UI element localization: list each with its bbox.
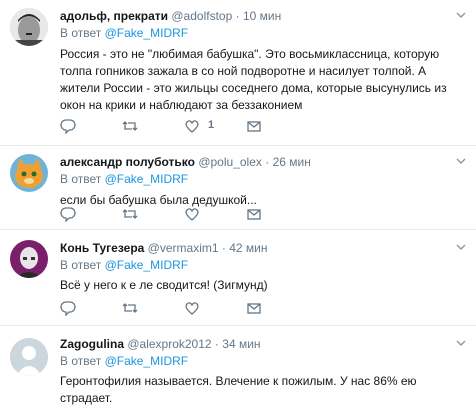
heart-icon[interactable] bbox=[184, 206, 200, 222]
user-handle[interactable]: @polu_olex bbox=[198, 155, 262, 169]
chevron-down-icon[interactable] bbox=[456, 10, 466, 20]
timestamp[interactable]: 26 мин bbox=[273, 155, 311, 169]
avatar[interactable] bbox=[10, 8, 48, 46]
tweet-text: Россия - это не "любимая бабушка". Это в… bbox=[60, 47, 447, 112]
envelope-icon[interactable] bbox=[246, 206, 262, 222]
tweet-text: Всё у него к е ле сводится! (Зигмунд) bbox=[60, 278, 268, 292]
reply-prefix: В ответ bbox=[60, 258, 105, 272]
avatar[interactable] bbox=[10, 338, 48, 376]
tweet-actions: 1 bbox=[60, 118, 280, 134]
tweet: Конь Тугезера @vermaxim1 · 42 мин В отве… bbox=[0, 230, 476, 326]
user-name[interactable]: Zagogulina bbox=[60, 337, 124, 351]
tweet: адольф, прекрати @adolfstop · 10 мин В о… bbox=[0, 0, 476, 146]
chevron-down-icon[interactable] bbox=[456, 242, 466, 252]
separator-dot: · bbox=[214, 337, 219, 351]
tweet: александр полуботько @polu_olex · 26 мин… bbox=[0, 146, 476, 230]
tweet-actions bbox=[60, 300, 280, 316]
reply-to-link[interactable]: @Fake_MIDRF bbox=[105, 354, 189, 368]
user-handle[interactable]: @vermaxim1 bbox=[148, 241, 219, 255]
timestamp[interactable]: 42 мин bbox=[229, 241, 267, 255]
tweet: Zagogulina @alexprok2012 · 34 мин В отве… bbox=[0, 326, 476, 416]
reply-prefix: В ответ bbox=[60, 26, 105, 40]
retweet-icon[interactable] bbox=[122, 206, 138, 222]
retweet-icon[interactable] bbox=[122, 300, 138, 316]
reply-icon[interactable] bbox=[60, 118, 76, 134]
reply-to-link[interactable]: @Fake_MIDRF bbox=[105, 26, 189, 40]
avatar[interactable] bbox=[10, 240, 48, 278]
chevron-down-icon[interactable] bbox=[456, 156, 466, 166]
reply-icon[interactable] bbox=[60, 300, 76, 316]
separator-dot: · bbox=[265, 155, 270, 169]
reply-to-link[interactable]: @Fake_MIDRF bbox=[105, 172, 189, 186]
reply-context: В ответ @Fake_MIDRF bbox=[60, 170, 466, 188]
reply-context: В ответ @Fake_MIDRF bbox=[60, 256, 466, 274]
tweet-actions bbox=[60, 206, 280, 222]
reply-context: В ответ @Fake_MIDRF bbox=[60, 352, 466, 370]
reply-context: В ответ @Fake_MIDRF bbox=[60, 24, 466, 42]
timestamp[interactable]: 10 мин bbox=[243, 9, 281, 23]
chevron-down-icon[interactable] bbox=[456, 338, 466, 348]
tweet-text: Геронтофилия называется. Влечение к пожи… bbox=[60, 374, 417, 405]
envelope-icon[interactable] bbox=[246, 118, 262, 134]
avatar[interactable] bbox=[10, 154, 48, 192]
retweet-icon[interactable] bbox=[122, 118, 138, 134]
user-name[interactable]: александр полуботько bbox=[60, 155, 195, 169]
heart-icon[interactable] bbox=[184, 300, 200, 316]
envelope-icon[interactable] bbox=[246, 300, 262, 316]
reply-icon[interactable] bbox=[60, 206, 76, 222]
user-handle[interactable]: @adolfstop bbox=[171, 9, 232, 23]
reply-prefix: В ответ bbox=[60, 172, 105, 186]
user-name[interactable]: Конь Тугезера bbox=[60, 241, 144, 255]
reply-prefix: В ответ bbox=[60, 354, 105, 368]
user-name[interactable]: адольф, прекрати bbox=[60, 9, 168, 23]
separator-dot: · bbox=[235, 9, 240, 23]
separator-dot: · bbox=[221, 241, 226, 255]
reply-to-link[interactable]: @Fake_MIDRF bbox=[105, 258, 189, 272]
heart-icon[interactable] bbox=[184, 118, 200, 134]
like-count: 1 bbox=[208, 119, 215, 131]
timestamp[interactable]: 34 мин bbox=[222, 337, 260, 351]
user-handle[interactable]: @alexprok2012 bbox=[127, 337, 211, 351]
